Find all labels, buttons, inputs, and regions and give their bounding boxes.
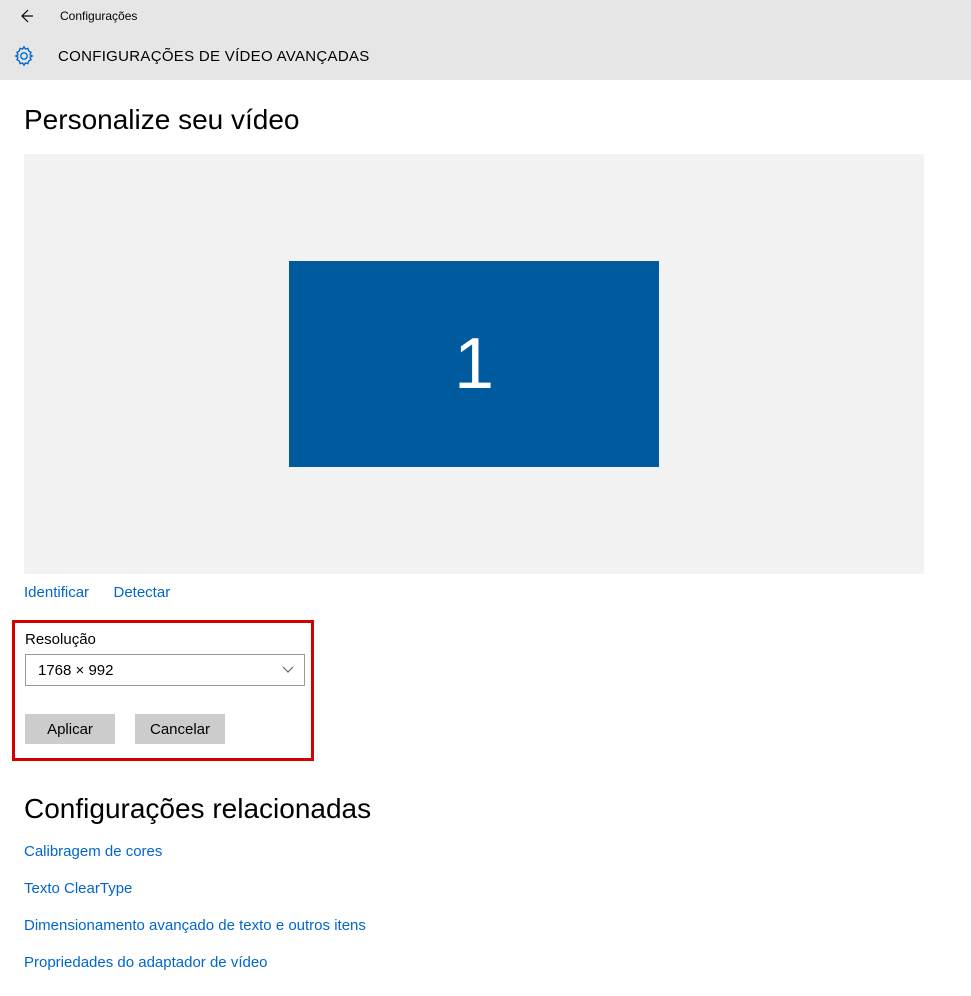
apply-button[interactable]: Aplicar xyxy=(25,714,115,744)
back-arrow-icon xyxy=(18,8,34,24)
related-settings-heading: Configurações relacionadas xyxy=(24,793,947,825)
monitor-tile-1[interactable]: 1 xyxy=(289,261,659,467)
resolution-highlight-box: Resolução 1768 × 992 Aplicar Cancelar xyxy=(12,620,314,761)
link-adapter-properties[interactable]: Propriedades do adaptador de vídeo xyxy=(24,954,947,971)
gear-icon xyxy=(13,45,35,67)
resolution-value: 1768 × 992 xyxy=(38,662,114,679)
titlebar: Configurações xyxy=(0,0,971,32)
detect-link[interactable]: Detectar xyxy=(114,584,171,601)
display-preview-area: 1 xyxy=(24,154,924,574)
related-links-list: Calibragem de cores Texto ClearType Dime… xyxy=(24,843,947,971)
resolution-buttons: Aplicar Cancelar xyxy=(25,714,301,744)
resolution-label: Resolução xyxy=(25,631,301,648)
display-action-links: Identificar Detectar xyxy=(24,584,947,602)
settings-icon xyxy=(10,42,38,70)
identify-link[interactable]: Identificar xyxy=(24,584,89,601)
page-header: CONFIGURAÇÕES DE VÍDEO AVANÇADAS xyxy=(0,32,971,80)
breadcrumb: Configurações xyxy=(60,9,137,23)
link-color-calibration[interactable]: Calibragem de cores xyxy=(24,843,947,860)
chevron-down-icon xyxy=(282,664,294,676)
back-button[interactable] xyxy=(14,4,38,28)
monitor-number-label: 1 xyxy=(454,323,494,405)
resolution-dropdown[interactable]: 1768 × 992 xyxy=(25,654,305,686)
link-cleartype-text[interactable]: Texto ClearType xyxy=(24,880,947,897)
page-title: CONFIGURAÇÕES DE VÍDEO AVANÇADAS xyxy=(58,48,370,65)
customize-heading: Personalize seu vídeo xyxy=(24,104,947,136)
link-advanced-sizing[interactable]: Dimensionamento avançado de texto e outr… xyxy=(24,917,947,934)
cancel-button[interactable]: Cancelar xyxy=(135,714,225,744)
